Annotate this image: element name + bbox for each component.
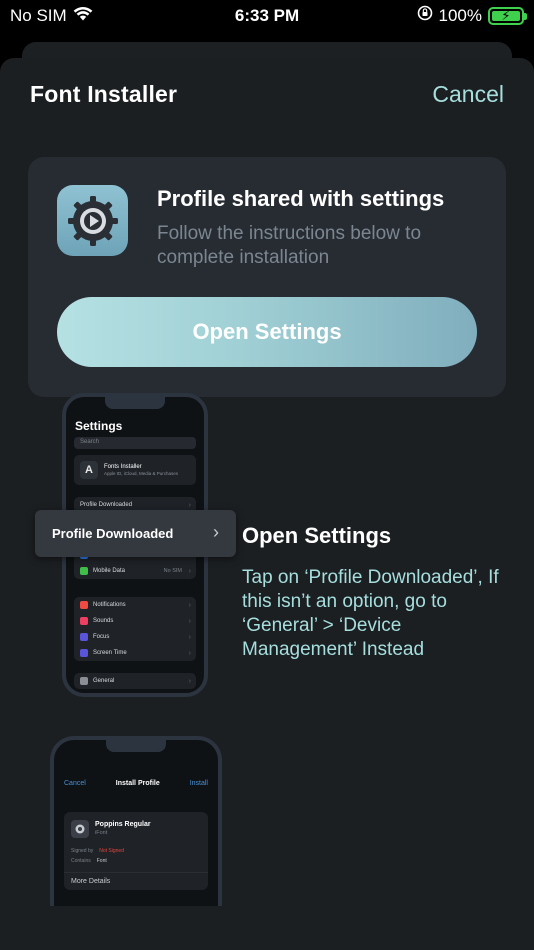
mock-general-group: General ›	[74, 673, 196, 689]
mock-profile-sub: iFont	[95, 830, 108, 836]
status-bar: No SIM 6:33 PM 100% ⚡	[0, 0, 534, 32]
profile-downloaded-callout[interactable]: Profile Downloaded ›	[35, 510, 236, 557]
open-settings-button[interactable]: Open Settings	[57, 297, 477, 367]
install-profile-phone-mock: Cancel Install Profile Install Poppins R…	[50, 736, 222, 906]
mock-install-nav: Cancel Install Profile Install	[64, 780, 208, 787]
mock-general: General	[93, 678, 115, 684]
mock-signed-row: Signed by Not Signed	[71, 848, 124, 854]
mock-app-sub: Apple ID, iCloud, Media & Purchases	[104, 471, 179, 476]
card-subtitle: Follow the instructions below to complet…	[157, 223, 422, 268]
mock-mobile: Mobile Data	[93, 568, 126, 574]
battery-percent: 100%	[438, 5, 482, 25]
mock-install: Install	[189, 780, 208, 787]
mock-contains-row: Contains Font	[71, 858, 107, 864]
profile-card: Profile shared with settings Follow the …	[28, 157, 506, 397]
cancel-button[interactable]: Cancel	[432, 81, 504, 108]
general-icon	[80, 677, 88, 685]
screen-time-icon	[80, 649, 88, 657]
step1-title: Open Settings	[242, 523, 392, 548]
focus-icon	[80, 633, 88, 641]
orientation-lock-icon	[417, 5, 433, 26]
sheet-title: Font Installer	[30, 81, 178, 107]
mock-mobile-value: No SIM	[163, 568, 182, 574]
settings-gear-icon	[57, 185, 128, 256]
mock-search: Search	[74, 437, 196, 449]
mock-settings-title: Settings	[75, 419, 123, 433]
notifications-icon	[80, 601, 88, 609]
mock-cancel: Cancel	[64, 780, 86, 787]
mock-app-name: Fonts Installer	[104, 464, 142, 470]
status-right: 100% ⚡	[417, 5, 527, 26]
mock-account-group: A Fonts Installer Apple ID, iCloud, Medi…	[74, 455, 196, 485]
mock-more-details: More Details	[64, 872, 208, 890]
font-app-icon: A	[80, 461, 98, 479]
callout-label: Profile Downloaded	[52, 526, 174, 541]
step1-description: Tap on ‘Profile Downloaded’, If this isn…	[242, 567, 499, 660]
mock-screen-time: Screen Time	[93, 650, 127, 656]
mock-notifications-group: Notifications › Sounds › Focus › Screen Tim…	[74, 597, 196, 661]
mock-profile-card: Poppins Regular iFont Signed by Not Signe…	[64, 812, 208, 890]
battery-icon: ⚡	[488, 6, 527, 25]
chevron-right-icon: ›	[213, 522, 219, 542]
mobile-data-icon	[80, 567, 88, 575]
profile-gear-icon	[71, 820, 89, 838]
card-title: Profile shared with settings	[157, 186, 445, 211]
mock-profile-row: Profile Downloaded	[80, 502, 133, 508]
mock-sounds: Sounds	[93, 618, 114, 624]
mock-profile-name: Poppins Regular	[95, 821, 151, 828]
mock-focus: Focus	[93, 634, 110, 640]
sounds-icon	[80, 617, 88, 625]
mock-install-title: Install Profile	[115, 780, 160, 787]
mock-notifications: Notifications	[93, 602, 126, 608]
